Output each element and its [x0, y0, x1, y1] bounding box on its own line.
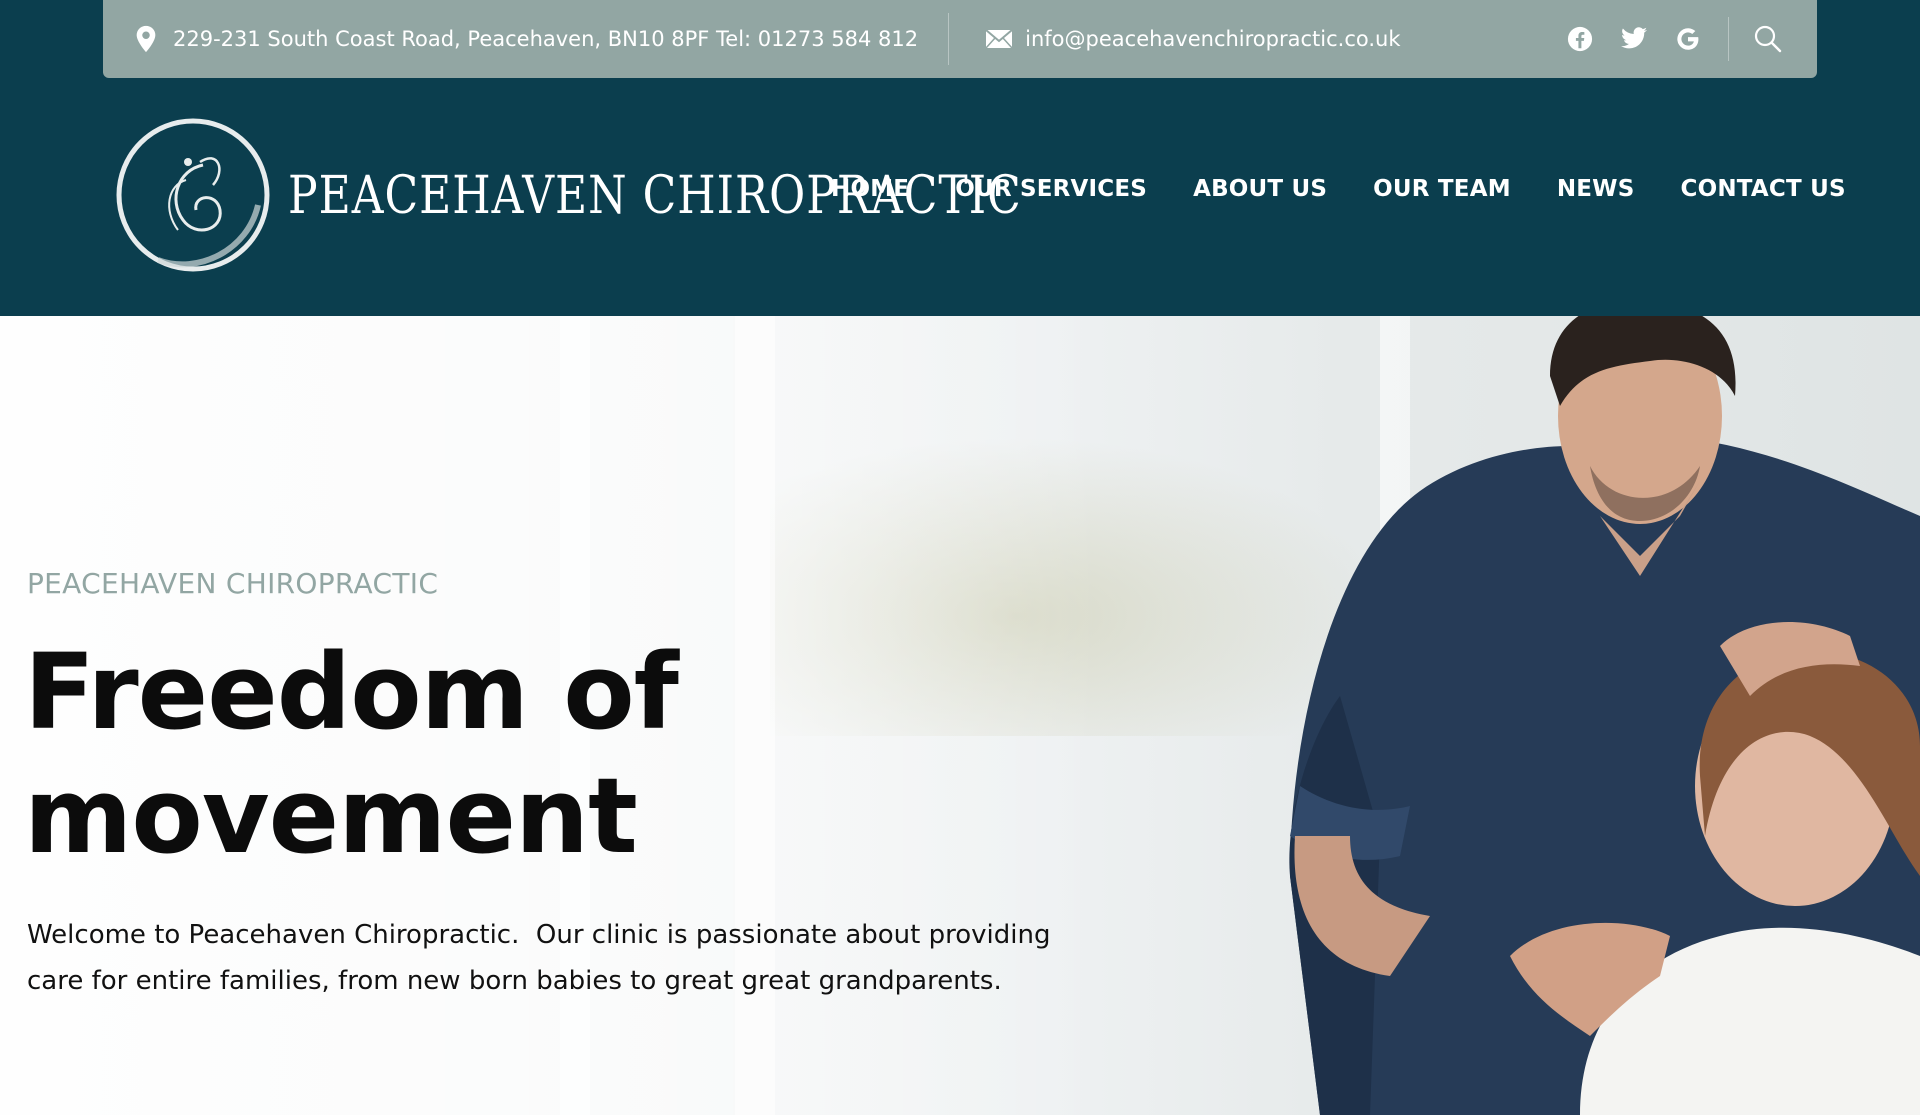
intro-line-2: care for entire families, from new born …: [27, 966, 1002, 996]
headline-line-1: Freedom of: [24, 631, 679, 753]
map-pin-icon: [136, 25, 156, 53]
hero-headline: Freedom of movement: [24, 630, 824, 878]
hero-intro: Welcome to Peacehaven Chiropractic. Our …: [27, 912, 1050, 1004]
envelope-icon: [985, 29, 1013, 49]
site-header: 229-231 South Coast Road, Peacehaven, BN…: [0, 0, 1920, 316]
twitter-icon[interactable]: [1620, 25, 1648, 53]
email-text[interactable]: info@peacehavenchiropractic.co.uk: [1025, 27, 1400, 51]
hero-photo: [1289, 316, 1920, 1115]
social-links: [1566, 25, 1702, 53]
search-icon[interactable]: [1753, 24, 1783, 54]
nav-item-our-services[interactable]: OUR SERVICES: [955, 176, 1147, 202]
logo-emblem-icon: [116, 118, 270, 272]
address-block: 229-231 South Coast Road, Peacehaven, BN…: [134, 25, 918, 53]
topbar-divider: [948, 13, 950, 65]
email-link[interactable]: info@peacehavenchiropractic.co.uk: [985, 27, 1401, 51]
nav-item-contact-us[interactable]: CONTACT US: [1681, 176, 1846, 202]
address-text: 229-231 South Coast Road, Peacehaven, BN…: [173, 27, 919, 51]
nav-item-news[interactable]: NEWS: [1557, 176, 1635, 202]
nav-item-home[interactable]: HOME: [831, 176, 909, 202]
main-nav: HOME OUR SERVICES ABOUT US OUR TEAM NEWS…: [831, 176, 1846, 202]
headline-line-2: movement: [24, 755, 638, 877]
facebook-icon[interactable]: [1566, 25, 1594, 53]
google-icon[interactable]: [1674, 25, 1702, 53]
topbar-divider: [1728, 17, 1729, 61]
top-info-bar: 229-231 South Coast Road, Peacehaven, BN…: [103, 0, 1817, 78]
site-logo[interactable]: PEACEHAVEN CHIROPRACTIC: [108, 110, 1021, 280]
nav-item-about-us[interactable]: ABOUT US: [1193, 176, 1327, 202]
intro-line-1: Welcome to Peacehaven Chiropractic. Our …: [27, 920, 1051, 950]
hero-section: PEACEHAVEN CHIROPRACTIC Freedom of movem…: [0, 316, 1920, 1115]
hero-eyebrow: PEACEHAVEN CHIROPRACTIC: [27, 567, 439, 600]
nav-item-our-team[interactable]: OUR TEAM: [1373, 176, 1511, 202]
